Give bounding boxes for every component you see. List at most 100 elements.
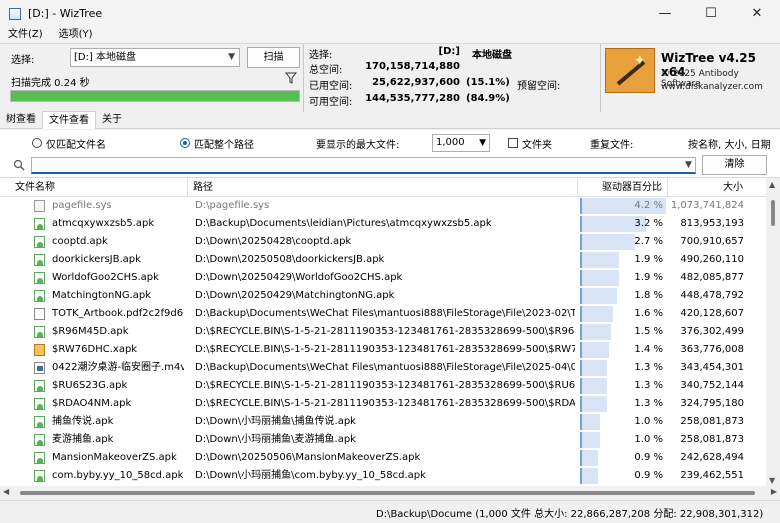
folder-checkbox[interactable] (508, 138, 518, 148)
max-files-select[interactable]: 1,000 ▼ (432, 134, 490, 152)
tab-file-view[interactable]: 文件查看 (42, 111, 96, 129)
drive-percent: 4.2 % (634, 200, 663, 211)
drive-percent: 1.3 % (634, 362, 663, 373)
match-filename-radio[interactable] (32, 138, 42, 148)
table-row[interactable]: cooptd.apk D:\Down\20250428\cooptd.apk 2.7… (0, 233, 766, 251)
apk-file-icon (34, 416, 45, 428)
search-icon (13, 159, 25, 171)
duplicate-select[interactable]: 按名称, 大小, 日期 (688, 136, 780, 151)
chevron-down-icon: ▼ (228, 52, 235, 62)
free-pct: (84.9%) (466, 93, 510, 104)
wiztree-logo: ✦ (605, 48, 655, 93)
reserved-label: 预留空间: (517, 81, 561, 92)
scroll-thumb[interactable] (20, 491, 755, 495)
table-row[interactable]: $RDAO4NM.apk D:\$RECYCLE.BIN\S-1-5-21-281… (0, 395, 766, 413)
apk-file-icon (34, 326, 45, 338)
top-panel: 选择: [D:] 本地磁盘 ▼ 扫描 扫描完成 0.24 秒 选择: [D:] … (0, 43, 780, 112)
table-row[interactable]: 麦游捕鱼.apk D:\Down\小玛丽捕鱼\麦游捕鱼.apk 1.0 % 258,0… (0, 431, 766, 449)
table-row[interactable]: com.byby.yy_10_58cd.apk D:\Down\小玛丽捕鱼\com… (0, 467, 766, 485)
clear-button[interactable]: 清除 (702, 155, 767, 175)
logo-website[interactable]: www.diskanalyzer.com (661, 82, 763, 92)
drive-select[interactable]: [D:] 本地磁盘 ▼ (70, 48, 240, 67)
file-name: 0422潮汐桌游-临安圈子.m4v (52, 362, 184, 373)
table-row[interactable]: MatchingtonNG.apk D:\Down\20250429\Matchi… (0, 287, 766, 305)
tab-about[interactable]: 关于 (96, 111, 128, 129)
drive-percent: 1.5 % (634, 326, 663, 337)
scroll-right-icon[interactable]: ▶ (771, 487, 777, 496)
file-name: $RW76DHC.xapk (52, 344, 138, 355)
tab-tree-view[interactable]: 树查看 (0, 111, 42, 129)
chevron-down-icon[interactable]: ▼ (681, 157, 696, 174)
table-row[interactable]: atmcqxywxzsb5.apk D:\Backup\Documents\lei… (0, 215, 766, 233)
file-size: 258,081,873 (680, 416, 744, 427)
file-size: 376,302,499 (680, 326, 744, 337)
apk-file-icon (34, 470, 45, 482)
match-path-radio[interactable] (180, 138, 190, 148)
table-row[interactable]: 0422潮汐桌游-临安圈子.m4v D:\Backup\Documents\WeC… (0, 359, 766, 377)
table-row[interactable]: $RW76DHC.xapk D:\$RECYCLE.BIN\S-1-5-21-28… (0, 341, 766, 359)
apk-file-icon (34, 452, 45, 464)
table-row[interactable]: MansionMakeoverZS.apk D:\Down\20250506\Ma… (0, 449, 766, 467)
table-row[interactable]: $R96M45D.apk D:\$RECYCLE.BIN\S-1-5-21-281… (0, 323, 766, 341)
file-name: pagefile.sys (52, 200, 112, 211)
file-path: D:\Down\小玛丽捕鱼\捕鱼传说.apk (195, 416, 356, 427)
file-name: cooptd.apk (52, 236, 108, 247)
scroll-up-icon[interactable]: ▲ (769, 180, 775, 189)
used-value: 25,622,937,600 (372, 77, 460, 88)
vertical-scrollbar[interactable]: ▲ ▼ (766, 178, 780, 486)
match-path-label: 匹配整个路径 (194, 140, 254, 151)
horizontal-scrollbar[interactable]: ◀ ▶ (0, 486, 780, 500)
apk-file-icon (34, 218, 45, 230)
table-row[interactable]: doorkickersJB.apk D:\Down\20250508\doorki… (0, 251, 766, 269)
max-files-label: 要显示的最大文件: (316, 140, 400, 151)
column-percent[interactable]: 驱动器百分比 (578, 178, 668, 197)
file-size: 700,910,657 (680, 236, 744, 247)
file-name: $RU6S23G.apk (52, 380, 128, 391)
apk-file-icon (34, 254, 45, 266)
file-size: 343,454,301 (680, 362, 744, 373)
maximize-icon[interactable]: ☐ (688, 0, 734, 27)
file-size: 1,073,741,824 (670, 200, 744, 211)
select-label: 选择: (11, 55, 35, 66)
table-row[interactable]: 捕鱼传说.apk D:\Down\小玛丽捕鱼\捕鱼传说.apk 1.0 % 258,0… (0, 413, 766, 431)
file-size: 239,462,551 (680, 470, 744, 481)
filter-icon[interactable] (285, 72, 297, 84)
file-path: D:\Down\20250429\WorldofGoo2CHS.apk (195, 272, 403, 283)
menu-file[interactable]: 文件(Z) (0, 27, 51, 43)
file-size: 324,795,180 (680, 398, 744, 409)
close-icon[interactable]: ✕ (734, 0, 780, 27)
drive-percent: 1.3 % (634, 398, 663, 409)
file-size: 813,953,193 (680, 218, 744, 229)
minimize-icon[interactable]: — (642, 0, 688, 27)
table-row[interactable]: TOTK_Artbook.pdf2c2f9d6677b D:\Backup\Doc… (0, 305, 766, 323)
search-input[interactable] (31, 157, 696, 174)
drive-select-value: [D:] 本地磁盘 (74, 52, 137, 63)
table-row[interactable]: pagefile.sys D:\pagefile.sys 4.2 % 1,073,74… (0, 197, 766, 215)
title-bar: [D:] - WizTree — ☐ ✕ (0, 0, 780, 27)
table-row[interactable]: WorldofGoo2CHS.apk D:\Down\20250429\World… (0, 269, 766, 287)
file-size: 242,628,494 (680, 452, 744, 463)
file-size: 448,478,792 (680, 290, 744, 301)
scan-progress-bar (10, 90, 300, 102)
scroll-thumb[interactable] (771, 200, 775, 226)
scroll-left-icon[interactable]: ◀ (3, 487, 9, 496)
used-pct: (15.1%) (466, 77, 510, 88)
drive-percent: 1.6 % (634, 308, 663, 319)
column-path[interactable]: 路径 (188, 178, 578, 197)
file-name: TOTK_Artbook.pdf2c2f9d6677b (52, 308, 184, 319)
apk-file-icon (34, 398, 45, 410)
file-name: doorkickersJB.apk (52, 254, 141, 265)
column-size[interactable]: 大小 (668, 178, 748, 197)
stats-drive-code: [D:] (438, 46, 460, 57)
file-path: D:\Down\小玛丽捕鱼\麦游捕鱼.apk (195, 434, 356, 445)
scan-button[interactable]: 扫描 (247, 47, 300, 68)
table-body: pagefile.sys D:\pagefile.sys 4.2 % 1,073,74… (0, 197, 766, 485)
match-filename-label: 仅匹配文件名 (46, 140, 106, 151)
scan-status: 扫描完成 0.24 秒 (11, 78, 90, 89)
menu-options[interactable]: 选项(Y) (51, 27, 101, 43)
apk-file-icon (34, 236, 45, 248)
column-name[interactable]: 文件名称 (10, 178, 188, 197)
table-row[interactable]: $RU6S23G.apk D:\$RECYCLE.BIN\S-1-5-21-281… (0, 377, 766, 395)
scroll-down-icon[interactable]: ▼ (769, 476, 775, 485)
view-tabs: 树查看 文件查看 关于 (0, 111, 780, 129)
